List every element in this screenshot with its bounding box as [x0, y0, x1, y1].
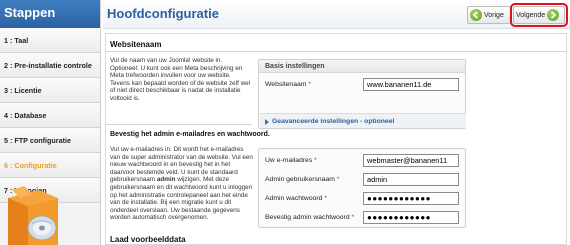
next-button[interactable]: Volgende: [510, 3, 568, 27]
step-taal: 1 : Taal: [0, 28, 100, 53]
step-licentie: 3 : Licentie: [0, 78, 100, 103]
password-input[interactable]: ●●●●●●●●●●●●: [363, 192, 459, 205]
page-title: Hoofdconfiguratie: [107, 6, 219, 21]
admin-intro-bold: admin: [156, 176, 176, 184]
confirm-password-input[interactable]: ●●●●●●●●●●●●: [363, 211, 459, 224]
password-row: Admin wachtwoord *: [265, 195, 327, 202]
required-marker: *: [324, 195, 327, 202]
admin-fieldset: Uw e-mailadres * webmaster@bananen11 Adm…: [258, 148, 466, 228]
software-box-icon: [8, 186, 58, 245]
step-configuratie: 6 : Configuratie: [0, 153, 100, 178]
username-row: Admin gebruikersnaam *: [265, 176, 339, 183]
sidebar-title: Stappen: [0, 0, 100, 28]
site-section-title: Websitenaam: [110, 40, 162, 49]
username-input[interactable]: admin: [363, 173, 459, 186]
admin-intro-part2: wijzigen. Met deze gebruikersnaam en dit…: [110, 176, 253, 222]
password-label: Admin wachtwoord: [265, 195, 323, 202]
advanced-settings-label: Geavanceerde instellingen - optioneel: [272, 118, 395, 125]
step-pre-installatie: 2 : Pre-installatie controle: [0, 53, 100, 78]
site-name-input[interactable]: www.bananen11.de: [363, 78, 459, 91]
confirm-password-row: Bevestig admin wachtwoord *: [265, 214, 354, 221]
sidebar: Stappen 1 : Taal 2 : Pre-installatie con…: [0, 0, 101, 245]
site-name-row: Websitenaam *: [265, 81, 311, 88]
username-label: Admin gebruikersnaam: [265, 176, 335, 183]
required-marker: *: [314, 157, 317, 164]
section-divider: [106, 51, 566, 52]
site-intro-text: Vul de naam van uw Joomla! website in. O…: [110, 57, 251, 102]
main-panel: Websitenaam Vul de naam van uw Joomla! w…: [105, 33, 567, 245]
header: Hoofdconfiguratie Vorige Volgende: [103, 0, 570, 29]
steps-list: 1 : Taal 2 : Pre-installatie controle 3 …: [0, 28, 100, 203]
arrow-right-icon: [547, 9, 560, 21]
advanced-settings-toggle[interactable]: Geavanceerde instellingen - optioneel: [265, 118, 394, 125]
step-ftp: 5 : FTP configuratie: [0, 128, 100, 153]
basic-settings-title: Basis instellingen: [259, 60, 465, 73]
section-divider: [106, 124, 252, 125]
arrow-left-icon: [470, 9, 482, 21]
site-name-label: Websitenaam: [265, 81, 307, 88]
sample-data-title: Laad voorbeelddata: [110, 235, 186, 244]
email-input[interactable]: webmaster@bananen11: [363, 154, 459, 167]
admin-intro-text: Vul uw e-mailadres in. Dit wordt het e-m…: [110, 146, 254, 222]
email-row: Uw e-mailadres *: [265, 157, 317, 164]
admin-section-title: Bevestig het admin e-mailadres en wachtw…: [110, 131, 270, 138]
basic-settings-fieldset: Basis instellingen Websitenaam * www.ban…: [258, 59, 466, 129]
expand-arrow-icon: [265, 118, 269, 125]
email-label: Uw e-mailadres: [265, 157, 313, 164]
required-marker: *: [336, 176, 340, 183]
step-database: 4 : Database: [0, 103, 100, 128]
required-marker: *: [351, 214, 355, 221]
previous-label: Vorige: [484, 11, 504, 19]
previous-button[interactable]: Vorige: [467, 6, 511, 24]
next-label: Volgende: [516, 11, 546, 19]
confirm-password-label: Bevestig admin wachtwoord: [265, 214, 350, 221]
required-marker: *: [308, 81, 311, 88]
